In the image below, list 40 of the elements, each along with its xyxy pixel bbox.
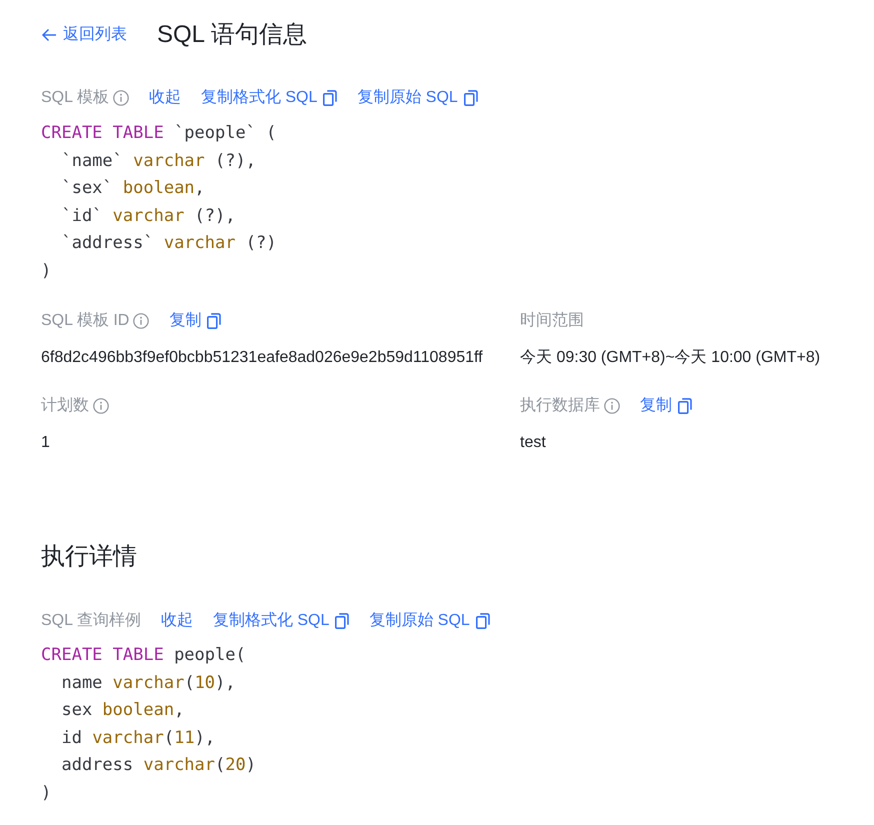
code-line: sex boolean, [61, 699, 184, 722]
copy-icon [323, 90, 338, 106]
copy-link[interactable]: 复制格式化 SQL [212, 609, 350, 633]
field-label: 执行数据库 [520, 396, 600, 416]
copy-icon [464, 90, 478, 106]
code-line: ) [41, 782, 52, 804]
code-line: address varchar(20) [61, 754, 256, 777]
code-line: `id` varchar (?), [61, 204, 236, 228]
code-line: CREATE TABLE people( [41, 644, 246, 667]
field-value: 6f8d2c496bb3f9ef0bcbb51231eafe8ad026e9e2b59d1108951ff [41, 348, 483, 368]
arrow-left-icon [41, 27, 57, 43]
field-label: 时间范围 [520, 310, 584, 331]
code-line: name varchar(10), [61, 672, 236, 694]
copy-link[interactable]: 复制 [169, 309, 222, 333]
page-title: SQL 语句信息 [157, 20, 307, 50]
copy-icon [207, 313, 222, 329]
copy-link[interactable]: 复制 [640, 394, 692, 418]
copy-link[interactable]: 复制格式化 SQL [200, 86, 338, 110]
section-label: SQL 查询样例 [41, 610, 141, 631]
copy-link[interactable]: 复制原始 SQL [357, 86, 478, 110]
field-label: 计划数 [41, 396, 89, 416]
copy-icon [335, 613, 350, 629]
code-line: CREATE TABLE `people` ( [41, 122, 276, 145]
copy-icon [476, 613, 490, 629]
collapse-link[interactable]: 收起 [160, 609, 193, 633]
code-line: id varchar(11), [61, 726, 216, 750]
section-heading: 执行详情 [41, 542, 137, 572]
section-label: SQL 模板 [41, 88, 109, 108]
code-line: `sex` boolean, [61, 177, 205, 200]
collapse-link[interactable]: 收起 [148, 86, 181, 110]
copy-link[interactable]: 复制原始 SQL [369, 609, 490, 633]
field-value: test [520, 433, 546, 453]
code-line: `address` varchar (?) [61, 232, 276, 255]
back-link[interactable]: 返回列表 [41, 23, 127, 47]
copy-icon [678, 398, 692, 414]
field-value: 1 [41, 433, 50, 453]
field-value: 今天 09:30 (GMT+8)~今天 10:00 (GMT+8) [520, 348, 820, 368]
code-line: `name` varchar (?), [61, 150, 256, 172]
code-line: ) [41, 260, 52, 282]
field-label: SQL 模板 ID [41, 311, 130, 331]
